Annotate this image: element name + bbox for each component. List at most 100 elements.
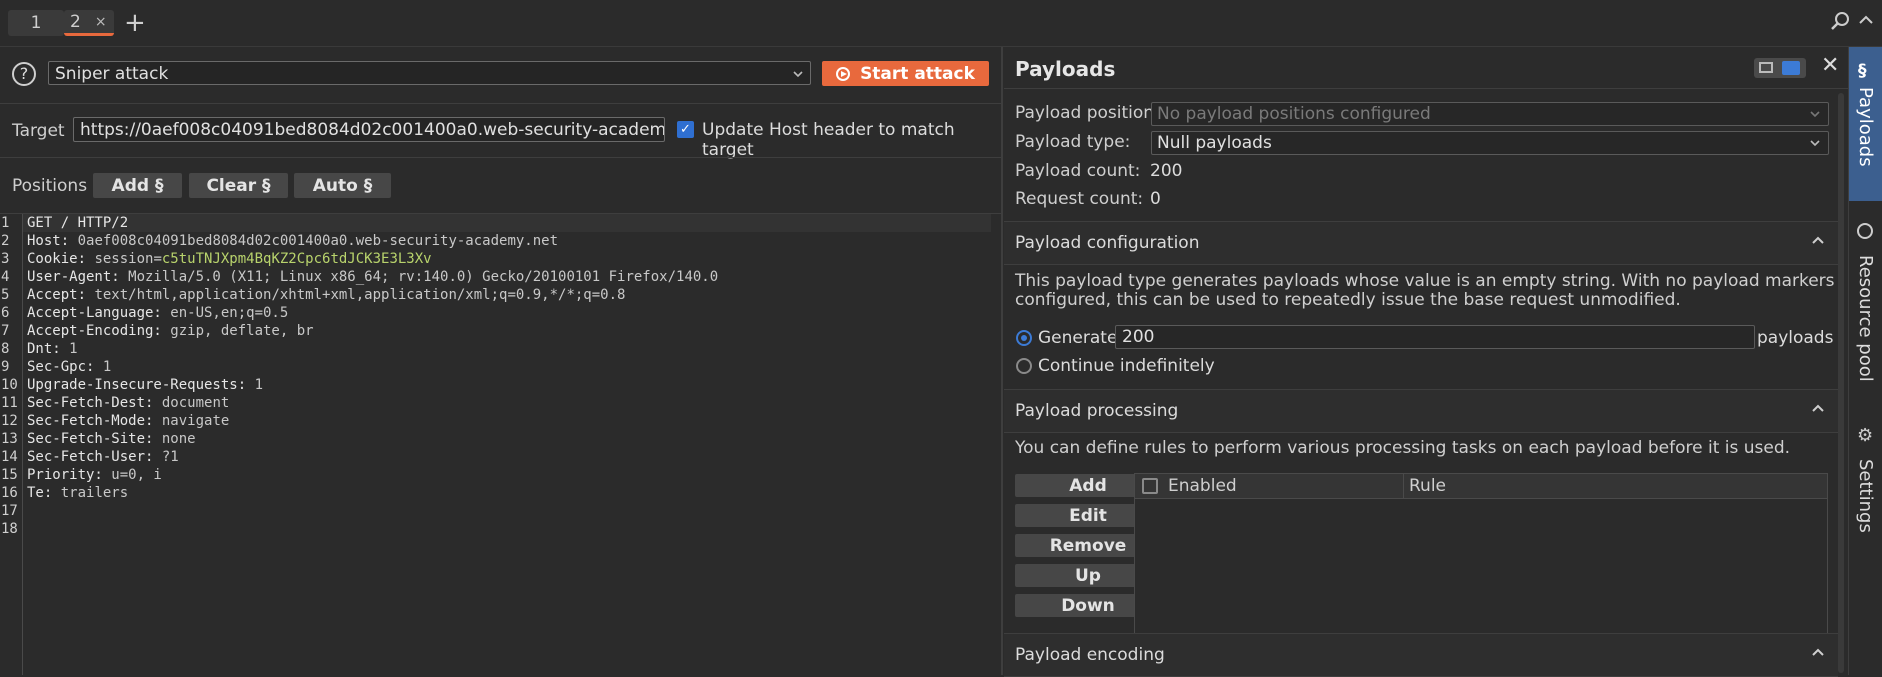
header-value: session= xyxy=(86,251,162,267)
request-line[interactable]: Te: trailers xyxy=(27,484,128,502)
payload-position-select[interactable]: No payload positions configured xyxy=(1151,102,1829,126)
request-line[interactable]: Sec-Fetch-Dest: document xyxy=(27,394,229,412)
line-number: 15 xyxy=(1,467,18,483)
payload-position-value: No payload positions configured xyxy=(1157,104,1431,124)
start-attack-button[interactable]: Start attack xyxy=(822,61,989,86)
header-value: ?1 xyxy=(153,449,179,465)
header-value: 1 xyxy=(94,359,112,375)
section-title: Payload configuration xyxy=(1015,233,1200,253)
chevron-down-icon xyxy=(1809,103,1821,133)
tab-2-label: 2 xyxy=(70,11,81,32)
processing-description: You can define rules to perform various … xyxy=(1015,438,1791,458)
request-line[interactable]: User-Agent: Mozilla/5.0 (X11; Linux x86_… xyxy=(27,268,718,286)
column-header-rule[interactable]: Rule xyxy=(1409,476,1446,496)
header-name: Sec-Gpc: xyxy=(27,359,95,375)
header-name: Sec-Fetch-Site: xyxy=(27,431,154,447)
payload-processing-header[interactable]: Payload processing xyxy=(1004,389,1838,433)
layout-toggle[interactable] xyxy=(1754,58,1806,78)
header-value: text/html,application/xhtml+xml,applicat… xyxy=(86,287,626,303)
continue-indefinitely-radio[interactable] xyxy=(1016,358,1032,374)
request-line[interactable]: Accept: text/html,application/xhtml+xml,… xyxy=(27,286,625,304)
side-tab-payloads[interactable]: § Payloads xyxy=(1849,47,1882,201)
payload-type-select[interactable]: Null payloads xyxy=(1151,131,1829,155)
update-host-checkbox[interactable]: ✓ xyxy=(677,121,694,138)
clear-positions-button[interactable]: Clear § xyxy=(189,173,288,198)
header-value: none xyxy=(153,431,196,447)
chevron-up-icon[interactable] xyxy=(1858,10,1876,30)
side-tab-settings[interactable]: ⚙ Settings xyxy=(1849,419,1882,609)
intruder-left-pane: ? Sniper attack Start attack Target http… xyxy=(0,47,1003,675)
add-position-button[interactable]: Add § xyxy=(93,173,182,198)
start-attack-label: Start attack xyxy=(860,63,975,84)
tab-2[interactable]: 2 × xyxy=(64,10,114,36)
target-url-input[interactable]: https://0aef008c04091bed8084d02c001400a0… xyxy=(73,117,665,142)
update-host-label: Update Host header to match target xyxy=(702,120,955,160)
config-description-1: This payload type generates payloads who… xyxy=(1015,271,1835,291)
chevron-up-icon[interactable] xyxy=(1810,398,1826,422)
request-line[interactable]: Sec-Fetch-Mode: navigate xyxy=(27,412,229,430)
help-icon[interactable]: ? xyxy=(12,62,36,86)
payload-type-label: Payload type: xyxy=(1015,132,1131,152)
generate-radio[interactable] xyxy=(1016,330,1032,346)
request-line[interactable]: Sec-Fetch-User: ?1 xyxy=(27,448,179,466)
table-header: Enabled Rule xyxy=(1135,474,1827,499)
search-icon[interactable] xyxy=(1830,10,1852,32)
request-line[interactable]: Dnt: 1 xyxy=(27,340,78,358)
header-value: gzip, deflate, br xyxy=(161,323,314,339)
header-value: navigate xyxy=(153,413,230,429)
scrollbar[interactable] xyxy=(1838,93,1844,673)
request-editor[interactable]: 1 2 3 4 5 6 7 8 9 10 11 12 13 14 15 16 17 18 GET / HTTP/2… xyxy=(0,214,1001,675)
request-line[interactable]: Priority: u=0, i xyxy=(27,466,162,484)
generate-count-input[interactable]: 200 xyxy=(1115,325,1755,349)
line-number: 1 xyxy=(1,215,10,231)
attack-type-select[interactable]: Sniper attack xyxy=(48,61,811,85)
request-line[interactable]: Sec-Fetch-Site: none xyxy=(27,430,196,448)
request-line[interactable]: Accept-Encoding: gzip, deflate, br xyxy=(27,322,314,340)
request-line[interactable]: Accept-Language: en-US,en;q=0.5 xyxy=(27,304,288,322)
header-name: Accept-Language: xyxy=(27,305,162,321)
header-name: GET / HTTP/2 xyxy=(27,215,129,231)
play-icon xyxy=(836,66,851,81)
header-name: Accept: xyxy=(27,287,87,303)
section-sign-icon: § xyxy=(1858,61,1867,81)
column-header-enabled[interactable]: Enabled xyxy=(1168,476,1237,496)
layout-split-icon[interactable] xyxy=(1782,61,1800,75)
close-icon[interactable]: ✕ xyxy=(1821,53,1839,78)
layout-single-icon[interactable] xyxy=(1759,62,1773,73)
side-tab-label: Resource pool xyxy=(1855,255,1876,382)
payload-type-value: Null payloads xyxy=(1157,133,1272,153)
line-number: 13 xyxy=(1,431,18,447)
generate-label: Generate xyxy=(1038,328,1118,348)
side-tab-resource-pool[interactable]: Resource pool xyxy=(1849,215,1882,435)
header-name: Host: xyxy=(27,233,70,249)
header-value: 1 xyxy=(246,377,264,393)
header-name: Dnt: xyxy=(27,341,61,357)
header-name: Sec-Fetch-Dest: xyxy=(27,395,154,411)
auto-positions-button[interactable]: Auto § xyxy=(294,173,391,198)
select-all-checkbox[interactable] xyxy=(1142,478,1158,494)
request-line[interactable]: Upgrade-Insecure-Requests: 1 xyxy=(27,376,263,394)
payload-configuration-header[interactable]: Payload configuration xyxy=(1004,221,1838,265)
line-number: 14 xyxy=(1,449,18,465)
request-line[interactable]: Host: 0aef008c04091bed8084d02c001400a0.w… xyxy=(27,232,558,250)
chevron-up-icon[interactable] xyxy=(1810,230,1826,254)
tab-1[interactable]: 1 xyxy=(8,10,64,36)
session-cookie-value: c5tuTNJXpm4BqKZ2Cpc6tdJCK3E3L3Xv xyxy=(161,251,432,267)
chevron-down-icon xyxy=(1809,132,1821,162)
section-title: Payload encoding xyxy=(1015,645,1165,665)
header-name: Cookie: xyxy=(27,251,87,267)
request-count-label: Request count: xyxy=(1015,189,1144,209)
header-value: en-US,en;q=0.5 xyxy=(161,305,289,321)
attack-type-value: Sniper attack xyxy=(55,64,169,84)
column-divider[interactable] xyxy=(1403,474,1404,498)
line-number: 12 xyxy=(1,413,18,429)
add-tab-button[interactable]: + xyxy=(124,8,146,38)
chevron-up-icon[interactable] xyxy=(1810,642,1826,666)
request-line[interactable]: GET / HTTP/2 xyxy=(27,214,128,232)
line-number: 18 xyxy=(1,521,18,537)
tab-close-icon[interactable]: × xyxy=(95,14,107,30)
header-value: trailers xyxy=(52,485,129,501)
payload-encoding-header[interactable]: Payload encoding xyxy=(1004,633,1838,677)
request-line[interactable]: Sec-Gpc: 1 xyxy=(27,358,111,376)
request-line[interactable]: Cookie: session=c5tuTNJXpm4BqKZ2Cpc6tdJC… xyxy=(27,250,432,268)
